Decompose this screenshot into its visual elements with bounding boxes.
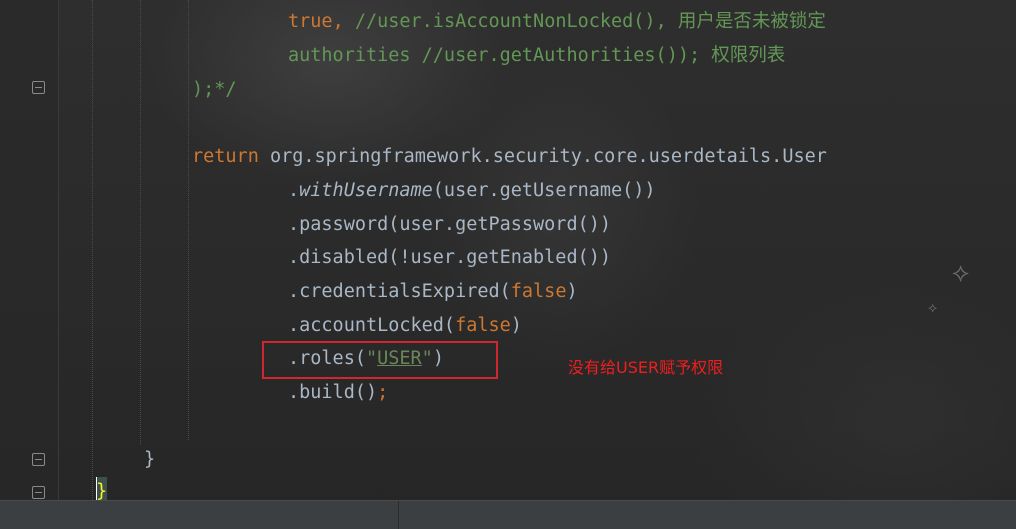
code-token: } xyxy=(144,449,156,470)
code-token: , xyxy=(332,11,355,32)
code-line[interactable]: );*/ xyxy=(192,75,237,105)
editor-gutter xyxy=(0,0,59,500)
fold-marker-icon[interactable] xyxy=(32,453,45,466)
code-token: withUsername xyxy=(299,180,433,201)
code-token: false xyxy=(510,281,567,302)
code-token: .build() xyxy=(288,382,378,403)
code-line[interactable]: .accountLocked(false) xyxy=(288,311,522,341)
code-line[interactable]: .build(); xyxy=(288,378,388,408)
status-divider xyxy=(398,501,399,529)
code-token: .disabled(!user.getEnabled()) xyxy=(288,247,612,268)
code-token: return xyxy=(192,146,270,167)
bird-decoration-icon: ⟡ xyxy=(928,300,938,316)
code-line[interactable]: .credentialsExpired(false) xyxy=(288,277,578,307)
code-token: true xyxy=(288,11,333,32)
fold-marker-icon[interactable] xyxy=(32,486,45,499)
code-token: .credentialsExpired( xyxy=(288,281,511,302)
code-token: .password(user.getPassword()) xyxy=(288,214,612,235)
code-token: ) xyxy=(566,281,578,302)
code-token: authorities xyxy=(288,45,422,66)
code-line[interactable]: .disabled(!user.getEnabled()) xyxy=(288,243,611,273)
code-token: );*/ xyxy=(192,79,237,100)
code-token: . xyxy=(288,180,300,201)
fold-marker-icon[interactable] xyxy=(32,81,45,94)
code-line[interactable]: true, //user.isAccountNonLocked(), 用户是否未… xyxy=(288,7,826,37)
bird-decoration-icon: ⟡ xyxy=(952,258,970,288)
annotation-note: 没有给USER赋予权限 xyxy=(568,358,724,377)
code-line[interactable]: authorities //user.getAuthorities()); 权限… xyxy=(288,41,785,71)
code-line[interactable]: } xyxy=(144,445,155,475)
code-line[interactable]: return org.springframework.security.core… xyxy=(192,142,827,172)
indent-guide xyxy=(188,0,189,440)
code-token: org.springframework.security.core.userde… xyxy=(269,146,827,167)
code-token: (user.getUsername()) xyxy=(432,180,656,201)
code-token: //user.getAuthorities()); 权限列表 xyxy=(421,45,786,66)
indent-guide xyxy=(140,0,141,445)
code-line[interactable]: .password(user.getPassword()) xyxy=(288,210,611,240)
code-token: ) xyxy=(510,315,522,336)
code-token: .accountLocked( xyxy=(288,315,456,336)
annotation-highlight-box xyxy=(262,341,498,379)
code-token: ; xyxy=(377,382,389,403)
code-token: false xyxy=(455,315,511,336)
code-token: //user.isAccountNonLocked(), 用户是否未被锁定 xyxy=(354,11,826,32)
code-line[interactable]: .withUsername(user.getUsername()) xyxy=(288,176,656,206)
status-bar xyxy=(0,500,1016,529)
indent-guide xyxy=(92,0,93,500)
